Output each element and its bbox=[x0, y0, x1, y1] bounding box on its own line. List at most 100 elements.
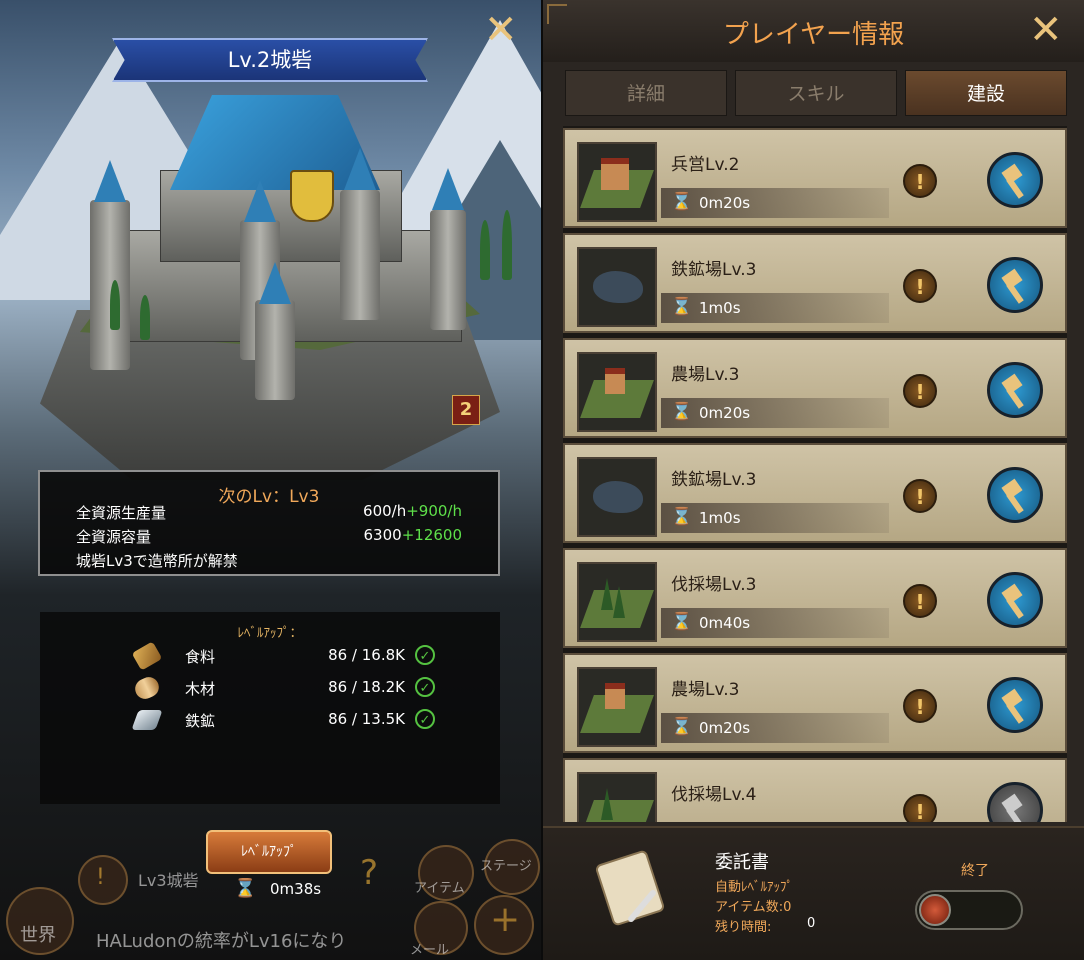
time-bar bbox=[661, 608, 889, 638]
info-button[interactable]: ! bbox=[903, 479, 937, 513]
help-icon: ? bbox=[360, 853, 379, 893]
requirement-amount: 86 / 18.2K bbox=[328, 678, 405, 696]
building-shape bbox=[601, 158, 629, 190]
lumber-mill-thumbnail bbox=[577, 772, 657, 822]
castle-tower bbox=[430, 210, 466, 330]
requirement-row-wood: 木材 86 / 18.2K ✓ bbox=[131, 673, 435, 703]
requirement-amount: 86 / 16.8K bbox=[328, 646, 405, 664]
stage-label: ステージ bbox=[480, 859, 532, 874]
levelup-button[interactable]: ﾚﾍﾞﾙｱｯﾌﾟ bbox=[206, 830, 332, 874]
time-bar bbox=[661, 503, 889, 533]
build-button[interactable] bbox=[987, 677, 1043, 733]
stat-row-production: 全資源生産量 600/h+900/h bbox=[76, 502, 462, 523]
hammer-handle bbox=[1006, 492, 1024, 514]
build-time: 0m40s bbox=[699, 614, 751, 632]
building-name: 農場Lv.3 bbox=[671, 365, 740, 385]
item-label: アイテム bbox=[414, 881, 465, 896]
castle-tower bbox=[340, 190, 380, 320]
time-bar bbox=[661, 188, 889, 218]
stat-value-wrap: 600/h+900/h bbox=[363, 502, 462, 523]
info-button[interactable]: ! bbox=[903, 164, 937, 198]
building-shape bbox=[605, 368, 625, 394]
building-name: 鉄鉱場Lv.3 bbox=[671, 260, 757, 280]
requirement-label: 鉄鉱 bbox=[185, 712, 216, 730]
list-item[interactable]: 鉄鉱場Lv.3 ⌛ 1m0s ! bbox=[563, 443, 1067, 543]
info-button[interactable]: ! bbox=[903, 689, 937, 723]
list-item[interactable]: 伐採場Lv.4 ! bbox=[563, 758, 1067, 822]
lumber-mill-thumbnail bbox=[577, 562, 657, 642]
mail-label: メール bbox=[410, 943, 450, 958]
eagle-crest-icon bbox=[290, 170, 334, 222]
castle-tower bbox=[90, 200, 130, 370]
info-button[interactable]: ! bbox=[903, 374, 937, 408]
building-name: 伐採場Lv.4 bbox=[671, 785, 757, 805]
info-button[interactable]: ! bbox=[903, 269, 937, 303]
castle-tower bbox=[255, 300, 295, 400]
build-time: 0m20s bbox=[699, 719, 751, 737]
list-item[interactable]: 鉄鉱場Lv.3 ⌛ 1m0s ! bbox=[563, 233, 1067, 333]
tree bbox=[502, 210, 512, 280]
building-name: 鉄鉱場Lv.3 bbox=[671, 470, 757, 490]
tower-spire bbox=[344, 148, 376, 190]
item-count: アイテム数:0 bbox=[715, 900, 792, 915]
time-bar bbox=[661, 713, 889, 743]
close-icon[interactable]: ✕ bbox=[484, 10, 518, 50]
build-button[interactable] bbox=[987, 257, 1043, 313]
build-button[interactable] bbox=[987, 572, 1043, 628]
close-icon[interactable]: ✕ bbox=[1029, 10, 1063, 50]
hammer-handle bbox=[1006, 387, 1024, 409]
info-button[interactable]: ! bbox=[903, 794, 937, 822]
unlock-note: 城砦Lv3で造幣所が解禁 bbox=[76, 552, 238, 570]
list-item[interactable]: 農場Lv.3 ⌛ 0m20s ! bbox=[563, 338, 1067, 438]
build-time: 0m20s bbox=[699, 404, 751, 422]
build-button[interactable] bbox=[987, 362, 1043, 418]
building-name: 農場Lv.3 bbox=[671, 680, 740, 700]
list-item[interactable]: 兵営Lv.2 ⌛ 0m20s ! bbox=[563, 128, 1067, 228]
auto-levelup-toggle[interactable] bbox=[915, 890, 1023, 930]
farm-thumbnail bbox=[577, 667, 657, 747]
stat-bonus: +900/h bbox=[406, 502, 462, 520]
stat-label: 全資源生産量 bbox=[76, 504, 167, 522]
list-item[interactable]: 農場Lv.3 ⌛ 0m20s ! bbox=[563, 653, 1067, 753]
tab-details[interactable]: 詳細 bbox=[565, 70, 727, 116]
remaining-time-label: 残り時間: bbox=[715, 920, 772, 935]
tab-construction[interactable]: 建設 bbox=[905, 70, 1067, 116]
requirement-row-iron: 鉄鉱 86 / 13.5K ✓ bbox=[131, 708, 435, 734]
barracks-thumbnail bbox=[577, 142, 657, 222]
panel-header: プレイヤー情報 ✕ bbox=[543, 0, 1084, 62]
check-icon: ✓ bbox=[415, 709, 435, 729]
hourglass-icon: ⌛ bbox=[671, 507, 693, 527]
stat-value: 600/h bbox=[363, 502, 407, 520]
hourglass-icon: ⌛ bbox=[234, 878, 257, 899]
building-shape bbox=[605, 683, 625, 709]
check-icon: ✓ bbox=[415, 677, 435, 697]
list-item[interactable]: 伐採場Lv.3 ⌛ 0m40s ! bbox=[563, 548, 1067, 648]
farm-thumbnail bbox=[577, 352, 657, 432]
hourglass-icon: ⌛ bbox=[671, 717, 693, 737]
stat-value-wrap: 6300+12600 bbox=[364, 526, 462, 547]
toggle-knob[interactable] bbox=[919, 894, 951, 926]
tab-skills[interactable]: スキル bbox=[735, 70, 897, 116]
time-bar bbox=[661, 293, 889, 323]
build-button[interactable] bbox=[987, 467, 1043, 523]
auto-levelup-label: 自動ﾚﾍﾞﾙｱｯﾌﾟ bbox=[715, 880, 794, 895]
stat-bonus: +12600 bbox=[401, 526, 462, 544]
iron-mine-thumbnail bbox=[577, 457, 657, 537]
hammer-handle bbox=[1006, 177, 1024, 199]
tree bbox=[480, 220, 490, 280]
tower-spire bbox=[244, 180, 276, 222]
remaining-time-value: 0 bbox=[807, 916, 816, 931]
requirement-label: 木材 bbox=[185, 680, 216, 698]
chat-ticker: HALudonの統率がLv16になり bbox=[96, 931, 347, 952]
build-button-disabled[interactable] bbox=[987, 782, 1043, 822]
tower-spire bbox=[259, 262, 291, 304]
info-button[interactable]: ! bbox=[903, 584, 937, 618]
iron-icon bbox=[131, 710, 163, 730]
levelup-timer: 0m38s bbox=[270, 880, 322, 898]
build-button[interactable] bbox=[987, 152, 1043, 208]
construction-list[interactable]: 兵営Lv.2 ⌛ 0m20s ! 鉄鉱場Lv.3 ⌛ 1m0s ! 農場Lv.3… bbox=[563, 126, 1067, 822]
hourglass-icon: ⌛ bbox=[671, 612, 693, 632]
castle-illustration[interactable]: 2 bbox=[40, 80, 512, 480]
hourglass-icon: ⌛ bbox=[671, 402, 693, 422]
tower-spire bbox=[94, 160, 126, 202]
